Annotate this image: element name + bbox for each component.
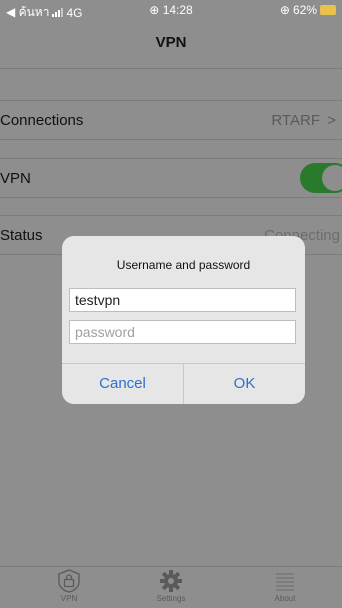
list-icon — [276, 573, 294, 591]
toggle-knob — [322, 165, 342, 191]
status-right: ⊕ 62% — [280, 3, 336, 17]
vpn-row: VPN — [0, 158, 342, 198]
username-field[interactable] — [69, 288, 296, 312]
tab-settings[interactable]: Settings — [114, 568, 228, 603]
vpn-toggle[interactable] — [300, 163, 342, 193]
chevron-right-icon: > — [327, 112, 336, 129]
login-dialog: Username and password Cancel OK — [62, 236, 305, 404]
dialog-title: Username and password — [116, 258, 251, 272]
vpn-label: VPN — [0, 170, 31, 187]
status-label: Status — [0, 227, 43, 244]
cancel-button[interactable]: Cancel — [62, 364, 183, 404]
tab-settings-label: Settings — [156, 594, 186, 603]
tab-vpn-label: VPN — [60, 594, 78, 603]
gear-icon — [160, 570, 182, 592]
connections-row[interactable]: Connections RTARF > — [0, 100, 342, 140]
connections-label: Connections — [0, 112, 84, 129]
password-field[interactable] — [69, 320, 296, 344]
lock-icon — [58, 569, 80, 593]
tab-about-label: About — [274, 594, 296, 603]
battery-icon — [320, 5, 336, 15]
tab-vpn[interactable]: VPN — [12, 568, 126, 603]
connections-value: RTARF — [271, 112, 320, 129]
rotation-lock-icon: ⊕ — [279, 3, 290, 17]
page-title: VPN — [155, 34, 187, 51]
tab-about[interactable]: About — [228, 568, 342, 603]
ok-button[interactable]: OK — [184, 364, 305, 404]
battery-percent: 62% — [292, 3, 317, 17]
status-bar: ◀ ค้นหา 4G ⊕ 14:28 ⊕ 62% — [0, 0, 342, 20]
status-time: 14:28 — [162, 3, 193, 17]
clock-status-icon: ⊕ — [149, 3, 160, 17]
